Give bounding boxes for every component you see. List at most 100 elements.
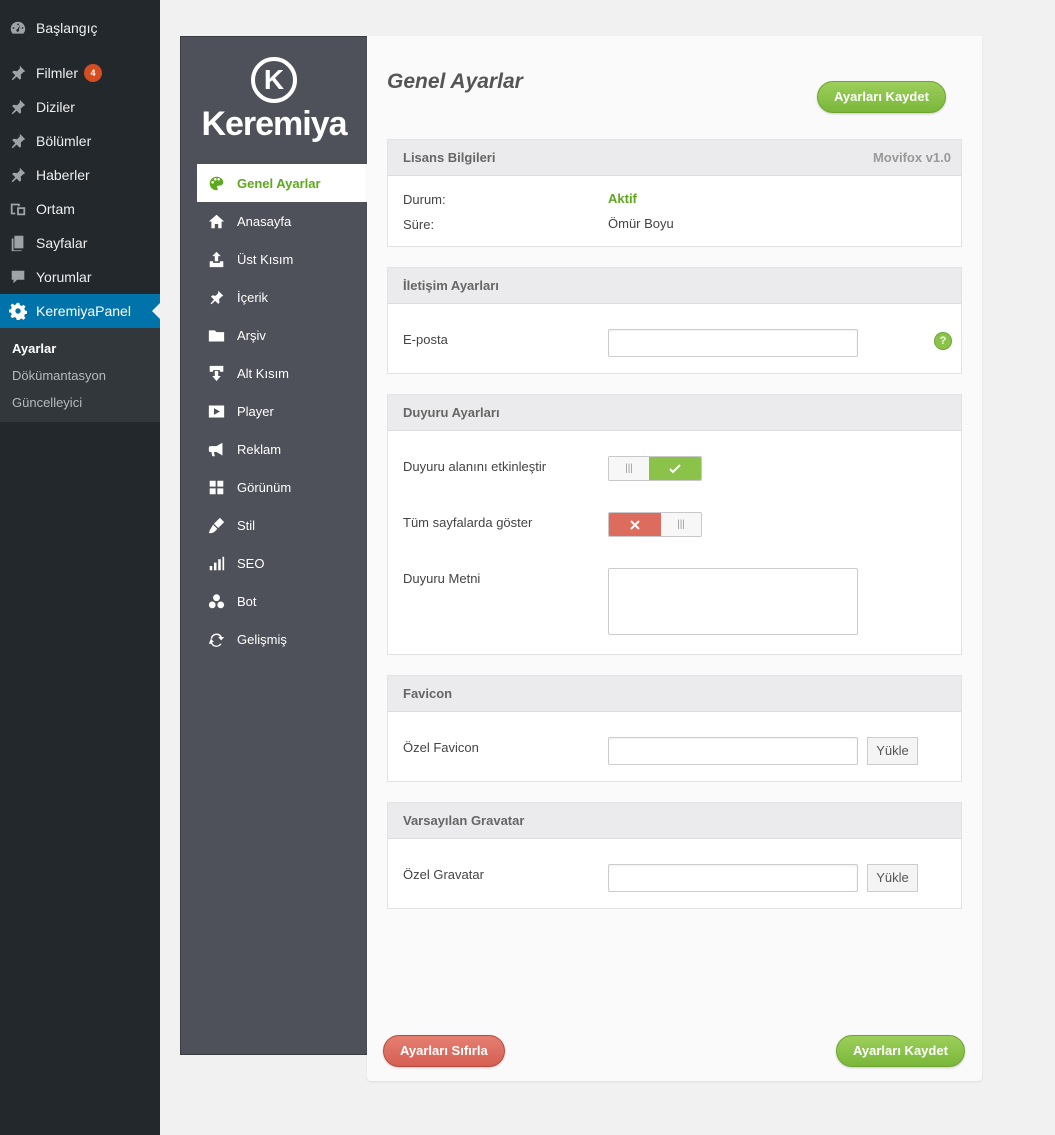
announcement-section: Duyuru Ayarları Duyuru alanını etkinleşt… <box>387 394 962 655</box>
favicon-section: Favicon Özel Favicon Yükle <box>387 675 962 782</box>
gravatar-upload-button[interactable]: Yükle <box>867 864 918 892</box>
wp-menu-item-keremiyapanel[interactable]: KeremiyaPanel <box>0 294 160 328</box>
panel-nav-label: Genel Ayarlar <box>237 175 321 191</box>
panel-nav-label: SEO <box>237 555 265 571</box>
wp-menu-item-ortam[interactable]: Ortam <box>0 192 160 226</box>
wp-menu-item-haberler[interactable]: Haberler <box>0 158 160 192</box>
panel-nav-label: Stil <box>237 517 256 533</box>
panel-nav-bot[interactable]: Bot <box>181 582 367 620</box>
panel-nav-label: Bot <box>237 593 257 609</box>
refresh-icon <box>207 630 225 648</box>
panel-nav-alt-kisim[interactable]: Alt Kısım <box>181 354 367 392</box>
status-label: Durum: <box>403 192 446 207</box>
panel-nav-anasayfa[interactable]: Anasayfa <box>181 202 367 240</box>
panel-nav-genel-ayarlar[interactable]: Genel Ayarlar <box>197 164 375 202</box>
panel-nav-seo[interactable]: SEO <box>181 544 367 582</box>
reset-button[interactable]: Ayarları Sıfırla <box>383 1035 505 1067</box>
panel-nav-gelismis[interactable]: Gelişmiş <box>181 620 367 658</box>
logo-k-mark: K <box>251 56 297 103</box>
circles-icon <box>207 592 225 610</box>
dashboard-icon <box>8 18 28 38</box>
pages-icon <box>8 233 28 253</box>
wp-menu-label: Haberler <box>36 167 90 183</box>
contact-section: İletişim Ayarları E-posta ? <box>387 267 962 374</box>
wp-menu-label: Diziler <box>36 99 75 115</box>
favicon-upload-button[interactable]: Yükle <box>867 737 918 765</box>
wp-menu-item-dashboard[interactable]: Başlangıç <box>0 11 160 45</box>
status-value: Aktif <box>608 191 637 206</box>
section-title: Varsayılan Gravatar <box>403 813 525 828</box>
pin-icon <box>8 97 28 117</box>
panel-sidebar: K Keremiya Genel Ayarlar Anasayfa Üst Kı… <box>180 36 375 1055</box>
panel-nav-label: İçerik <box>237 289 269 305</box>
pin-icon <box>207 288 225 306</box>
logo-brand-text: Keremiya <box>201 104 347 143</box>
toggle-handle-icon: ||| <box>661 513 701 536</box>
panel-nav-ust-kisim[interactable]: Üst Kısım <box>181 240 367 278</box>
wp-submenu-dokumantasyon[interactable]: Dökümantasyon <box>0 362 160 389</box>
cross-icon <box>609 513 661 536</box>
save-button-top[interactable]: Ayarları Kaydet <box>817 81 946 113</box>
pin-icon <box>8 63 28 83</box>
keremiya-panel: K Keremiya Genel Ayarlar Anasayfa Üst Kı… <box>180 36 982 1081</box>
wp-submenu-guncelleyici[interactable]: Güncelleyici <box>0 389 160 416</box>
all-pages-toggle[interactable]: ||| <box>608 512 702 537</box>
wp-menu-label: Başlangıç <box>36 20 98 36</box>
help-icon[interactable]: ? <box>935 333 951 349</box>
page-title: Genel Ayarlar <box>387 70 523 93</box>
bar-chart-icon <box>207 554 225 572</box>
wp-menu-item-diziler[interactable]: Diziler <box>0 90 160 124</box>
update-count-badge: 4 <box>84 64 102 82</box>
version-label: Movifox v1.0 <box>872 150 951 165</box>
enable-label: Duyuru alanını etkinleştir <box>403 459 547 474</box>
panel-nav-label: Player <box>237 403 274 419</box>
panel-nav-icerik[interactable]: İçerik <box>181 278 367 316</box>
wp-menu-item-yorumlar[interactable]: Yorumlar <box>0 260 160 294</box>
media-icon <box>8 199 28 219</box>
email-label: E-posta <box>403 332 448 347</box>
wp-submenu: Ayarlar Dökümantasyon Güncelleyici <box>0 328 160 422</box>
gravatar-label: Özel Gravatar <box>403 867 484 882</box>
gravatar-field[interactable] <box>608 864 858 892</box>
grid-icon <box>207 478 225 496</box>
megaphone-icon <box>207 440 225 458</box>
wp-admin-menu: Başlangıç Filmler 4 Diziler Bölümler Hab… <box>0 0 160 1135</box>
wp-menu-label: KeremiyaPanel <box>36 303 131 319</box>
panel-nav-gorunum[interactable]: Görünüm <box>181 468 367 506</box>
panel-nav-reklam[interactable]: Reklam <box>181 430 367 468</box>
section-header: Duyuru Ayarları <box>388 395 961 431</box>
panel-nav-player[interactable]: Player <box>181 392 367 430</box>
email-field[interactable] <box>608 329 858 357</box>
license-section: Lisans Bilgileri Movifox v1.0 Durum: Akt… <box>387 139 962 247</box>
favicon-field[interactable] <box>608 737 858 765</box>
section-header: İletişim Ayarları <box>388 268 961 304</box>
wp-menu-label: Bölümler <box>36 133 92 149</box>
wp-menu-label: Sayfalar <box>36 235 88 251</box>
panel-nav-label: Alt Kısım <box>237 365 290 381</box>
save-button-bottom[interactable]: Ayarları Kaydet <box>836 1035 965 1067</box>
gravatar-section: Varsayılan Gravatar Özel Gravatar Yükle <box>387 802 962 909</box>
panel-content: Genel Ayarlar Ayarları Kaydet Lisans Bil… <box>367 36 982 1081</box>
section-header: Varsayılan Gravatar <box>388 803 961 839</box>
section-title: Duyuru Ayarları <box>403 405 500 420</box>
upload-icon <box>207 250 225 268</box>
wp-menu-item-bolumler[interactable]: Bölümler <box>0 124 160 158</box>
palette-icon <box>207 174 225 192</box>
wp-menu-item-filmler[interactable]: Filmler 4 <box>0 56 160 90</box>
section-title: Lisans Bilgileri <box>403 150 496 165</box>
wp-menu-item-sayfalar[interactable]: Sayfalar <box>0 226 160 260</box>
panel-nav-label: Görünüm <box>237 479 292 495</box>
play-icon <box>207 402 225 420</box>
folder-icon <box>207 326 225 344</box>
enable-toggle[interactable]: ||| <box>608 456 702 481</box>
pin-icon <box>8 165 28 185</box>
panel-nav-arsiv[interactable]: Arşiv <box>181 316 367 354</box>
pin-icon <box>8 131 28 151</box>
panel-nav-label: Üst Kısım <box>237 251 294 267</box>
brush-icon <box>207 516 225 534</box>
announcement-textarea[interactable] <box>608 568 858 635</box>
panel-nav-stil[interactable]: Stil <box>181 506 367 544</box>
gear-icon <box>8 301 28 321</box>
section-header: Lisans Bilgileri Movifox v1.0 <box>388 140 961 176</box>
wp-submenu-ayarlar[interactable]: Ayarlar <box>0 335 160 362</box>
